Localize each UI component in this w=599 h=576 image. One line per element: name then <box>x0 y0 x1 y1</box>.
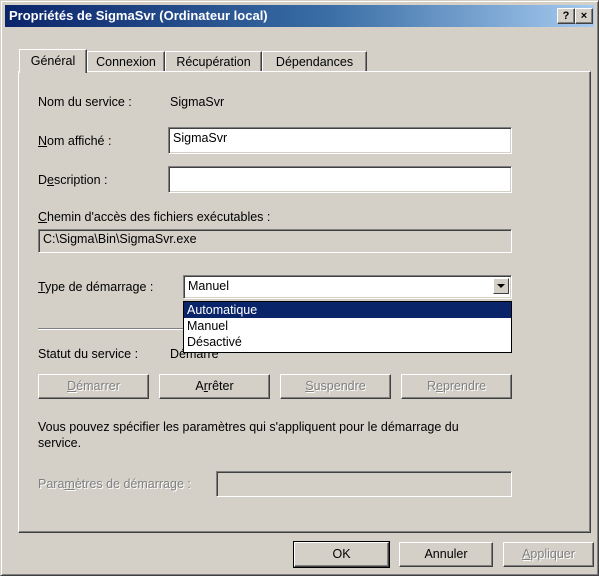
tab-general[interactable]: Général <box>19 49 87 73</box>
cancel-button[interactable]: Annuler <box>399 542 493 567</box>
option-manuel[interactable]: Manuel <box>184 318 511 334</box>
ok-button[interactable]: OK <box>293 541 390 568</box>
tab-dependances[interactable]: Dépendances <box>262 51 367 72</box>
properties-dialog: Propriétés de SigmaSvr (Ordinateur local… <box>0 0 599 576</box>
title-bar[interactable]: Propriétés de SigmaSvr (Ordinateur local… <box>5 5 594 27</box>
help-button[interactable]: ? <box>557 8 575 24</box>
close-button[interactable]: × <box>575 8 593 24</box>
tab-recuperation[interactable]: Récupération <box>165 51 262 72</box>
apply-button[interactable]: Appliquer <box>503 542 594 567</box>
option-automatique[interactable]: Automatique <box>184 302 511 318</box>
window-title: Propriétés de SigmaSvr (Ordinateur local… <box>9 8 268 23</box>
option-desactive[interactable]: Désactivé <box>184 334 511 350</box>
tab-connexion[interactable]: Connexion <box>87 51 165 72</box>
startup-type-dropdown-list: Automatique Manuel Désactivé <box>183 301 512 353</box>
